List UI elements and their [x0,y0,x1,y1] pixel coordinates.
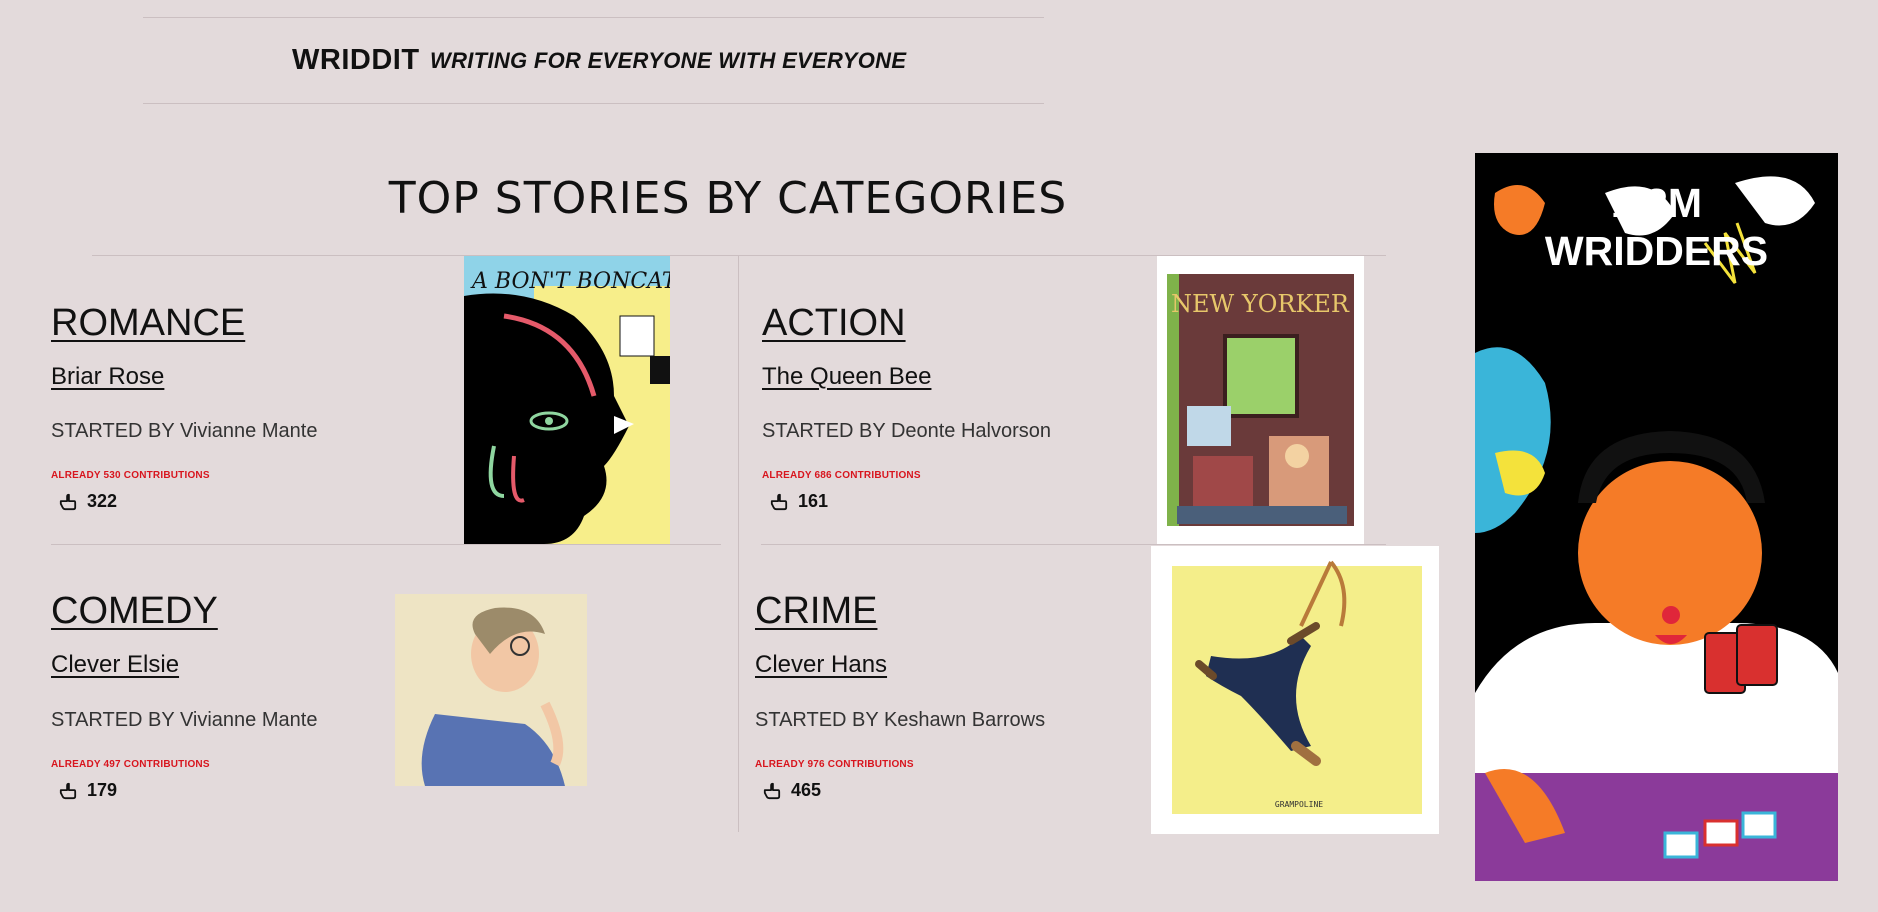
banner-label: WRIDDERS [1544,228,1769,274]
section-title: TOP STORIES BY CATEGORIES [388,173,1068,224]
story-cover-image[interactable]: A BON'T BONCATA [464,256,670,544]
header-bottom-divider [143,103,1044,104]
story-title-link[interactable]: The Queen Bee [762,363,931,391]
story-cover-image[interactable]: NEW YORKER [1157,256,1364,544]
author-name: Vivianne Mante [179,709,318,731]
started-by-label: STARTED BY [51,420,175,442]
hand-point-icon [770,493,788,510]
category-link-crime[interactable]: CRIME [755,590,877,633]
contribution-count: ALREADY 976 CONTRIBUTIONS [755,759,914,770]
grid-column-divider [738,255,739,832]
grid-row-divider-right [761,544,1386,545]
author-name: Vivianne Mante [179,420,318,442]
story-author-line: STARTED BY Vivianne Mante [51,420,317,443]
cover-illustration [395,594,587,786]
story-title-link[interactable]: Briar Rose [51,363,164,391]
like-count: 179 [87,780,118,800]
tagline: WRITING FOR EVERYONE WITH EVERYONE [430,48,907,73]
started-by-label: STARTED BY [51,709,175,731]
cover-illustration: GRAMPOLINE [1172,560,1422,814]
started-by-label: STARTED BY [755,709,879,731]
header-top-divider [143,17,1044,18]
like-button[interactable]: 161 [770,491,828,512]
like-button[interactable]: 322 [59,491,117,512]
story-title-link[interactable]: Clever Hans [755,651,887,679]
author-name: Deonte Halvorson [890,420,1052,442]
hand-point-icon [59,493,77,510]
author-name: Keshawn Barrows [883,709,1046,731]
cover-illustration: A BON'T BONCATA [464,256,670,544]
story-author-line: STARTED BY Deonte Halvorson [762,420,1051,443]
brand-logo[interactable]: WRIDDIT [292,44,420,77]
like-count: 161 [798,491,829,511]
cover-signature: GRAMPOLINE [1275,800,1323,809]
hand-point-icon [763,782,781,799]
like-button[interactable]: 179 [59,780,117,801]
story-author-line: STARTED BY Keshawn Barrows [755,709,1045,732]
community-banner[interactable]: 1.2M WRIDDERS [1475,153,1838,881]
story-author-line: STARTED BY Vivianne Mante [51,709,317,732]
contribution-count: ALREADY 497 CONTRIBUTIONS [51,759,210,770]
like-count: 465 [791,780,822,800]
story-title-link[interactable]: Clever Elsie [51,651,179,679]
contribution-count: ALREADY 530 CONTRIBUTIONS [51,470,210,481]
like-button[interactable]: 465 [763,780,821,801]
story-cover-image[interactable] [395,594,587,786]
banner-count: 1.2M [1610,180,1703,226]
banner-headline: 1.2M WRIDDERS [1475,179,1838,275]
started-by-label: STARTED BY [762,420,886,442]
contribution-count: ALREADY 686 CONTRIBUTIONS [762,470,921,481]
svg-text:NEW YORKER: NEW YORKER [1171,290,1350,318]
category-link-action[interactable]: ACTION [762,302,906,345]
svg-text:A BON'T BONCATA: A BON'T BONCATA [470,269,670,294]
cover-illustration: NEW YORKER [1167,274,1354,526]
grid-row-divider-left [51,544,721,545]
category-link-romance[interactable]: ROMANCE [51,302,245,345]
story-cover-image[interactable]: GRAMPOLINE [1151,546,1439,834]
category-link-comedy[interactable]: COMEDY [51,590,218,633]
hand-point-icon [59,782,77,799]
like-count: 322 [87,491,118,511]
